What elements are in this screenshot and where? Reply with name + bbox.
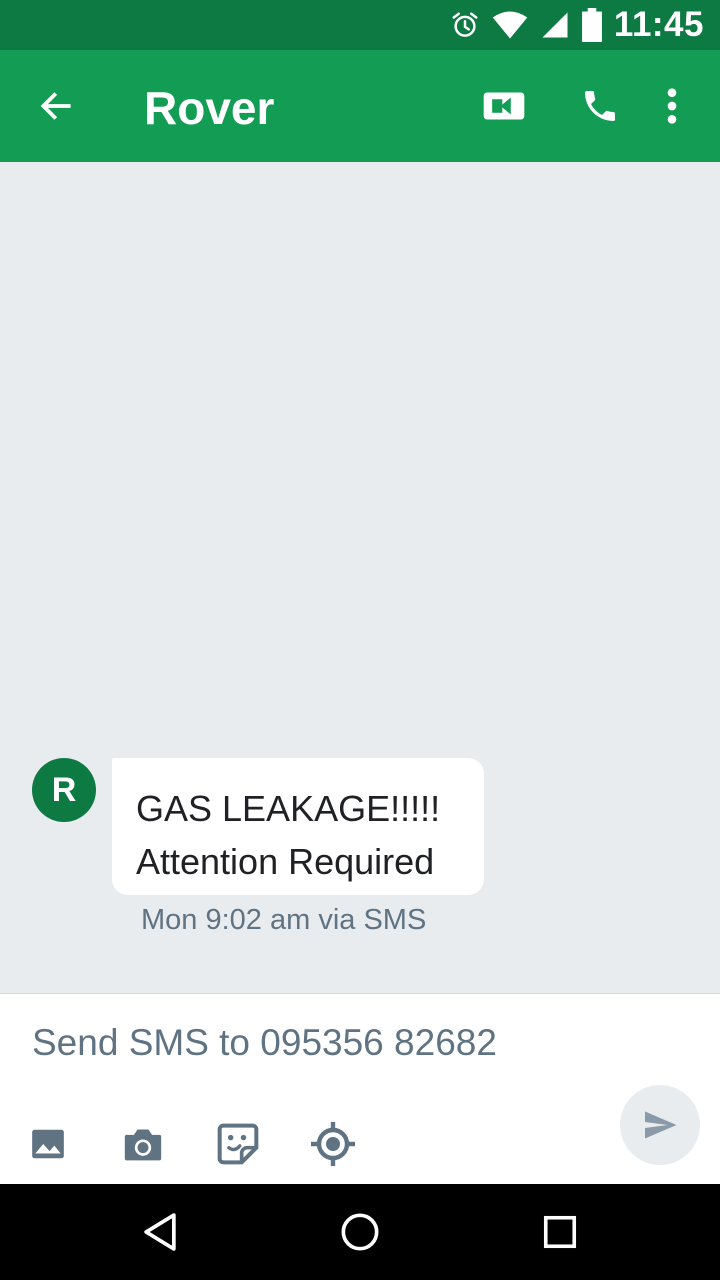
sms-input[interactable] xyxy=(32,1018,592,1068)
status-icons: 11:45 xyxy=(450,0,704,50)
recents-square-icon xyxy=(543,1215,577,1249)
more-options-button[interactable] xyxy=(644,78,700,134)
location-icon xyxy=(311,1122,355,1166)
sticker-button[interactable] xyxy=(212,1118,264,1170)
nav-home-button[interactable] xyxy=(332,1204,388,1260)
app-bar: Rover xyxy=(0,50,720,162)
sticker-icon xyxy=(217,1123,259,1165)
conversation-title: Rover xyxy=(144,82,275,134)
call-button[interactable] xyxy=(572,78,628,134)
more-vert-icon xyxy=(667,88,677,124)
status-bar: 11:45 xyxy=(0,0,720,50)
gallery-button[interactable] xyxy=(22,1118,74,1170)
message-text-line: GAS LEAKAGE!!!!! xyxy=(136,788,441,829)
location-button[interactable] xyxy=(307,1118,359,1170)
battery-icon xyxy=(581,8,602,42)
video-call-icon xyxy=(483,92,525,120)
message-timestamp: Mon 9:02 am via SMS xyxy=(141,904,427,936)
back-button[interactable] xyxy=(28,78,84,134)
nav-back-button[interactable] xyxy=(132,1204,188,1260)
navigation-bar xyxy=(0,1184,720,1280)
avatar[interactable]: R xyxy=(32,758,96,822)
home-circle-icon xyxy=(341,1213,379,1251)
phone-icon xyxy=(585,91,615,121)
wifi-icon xyxy=(492,10,528,40)
signal-icon xyxy=(540,10,570,40)
status-time: 11:45 xyxy=(613,5,704,44)
camera-button[interactable] xyxy=(117,1118,169,1170)
alarm-icon xyxy=(450,10,480,40)
image-icon xyxy=(32,1129,64,1159)
send-button[interactable] xyxy=(620,1085,700,1165)
composer xyxy=(0,993,720,1184)
message-bubble[interactable]: GAS LEAKAGE!!!!! Attention Required xyxy=(112,758,484,895)
camera-icon xyxy=(124,1129,162,1161)
video-call-button[interactable] xyxy=(476,78,532,134)
message-text-line: Attention Required xyxy=(136,841,435,882)
back-arrow-icon xyxy=(40,92,71,120)
send-icon xyxy=(645,1111,677,1139)
nav-recents-button[interactable] xyxy=(532,1204,588,1260)
back-triangle-icon xyxy=(144,1213,176,1251)
